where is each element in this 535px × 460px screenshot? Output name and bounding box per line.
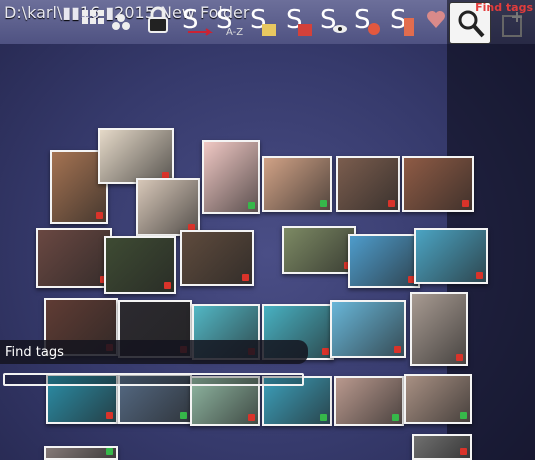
find-tags-label: Find tags [5, 345, 64, 360]
sort-az-icon[interactable]: S A-Z [214, 4, 243, 38]
find-tags-panel: Find tags [0, 340, 308, 364]
green-tag-marker [180, 412, 187, 419]
photo-thumbnail[interactable] [36, 228, 112, 288]
green-tag-marker [106, 448, 113, 455]
svg-text:A-Z: A-Z [226, 27, 243, 36]
lock-icon[interactable] [144, 4, 172, 36]
add-icon[interactable] [501, 8, 527, 38]
photo-thumbnail[interactable] [330, 300, 406, 358]
group-icon[interactable] [108, 4, 136, 36]
photo-thumbnail[interactable] [202, 140, 260, 214]
photo-thumbnail[interactable] [136, 178, 200, 236]
red-tag-marker [248, 414, 255, 421]
red-tag-marker [460, 448, 467, 455]
red-tag-marker [456, 354, 463, 361]
photo-thumbnail[interactable] [180, 230, 254, 286]
green-tag-marker [320, 414, 327, 421]
green-tag-marker [392, 414, 399, 421]
red-tag-marker [164, 282, 171, 289]
photo-thumbnail[interactable] [412, 434, 472, 460]
sort-size-icon[interactable]: S [388, 4, 416, 36]
photo-thumbnail[interactable] [104, 236, 176, 294]
red-tag-marker [106, 412, 113, 419]
sort-color-icon[interactable]: S [284, 4, 312, 36]
grid-view-icon[interactable] [78, 4, 106, 36]
green-tag-marker [320, 200, 327, 207]
svg-text:S: S [182, 5, 199, 35]
photo-thumbnail[interactable] [44, 446, 118, 460]
sort-view-icon[interactable]: S [318, 4, 347, 36]
photo-thumbnail[interactable] [336, 156, 400, 212]
svg-text:S: S [354, 5, 371, 35]
red-tag-marker [322, 348, 329, 355]
sort-date-icon[interactable]: S [248, 4, 276, 36]
sort-arrow-icon[interactable]: S [180, 4, 213, 36]
photo-thumbnail[interactable] [410, 292, 468, 366]
photo-thumbnail[interactable] [262, 156, 332, 212]
photo-thumbnail[interactable] [282, 226, 356, 274]
sort-face-icon[interactable]: S [352, 4, 380, 36]
red-tag-marker [462, 200, 469, 207]
photo-thumbnail[interactable] [404, 374, 472, 424]
red-tag-marker [388, 200, 395, 207]
find-tags-input[interactable] [3, 373, 304, 386]
red-tag-marker [476, 272, 483, 279]
heart-icon[interactable] [425, 8, 447, 30]
photo-thumbnail[interactable] [334, 376, 404, 426]
red-tag-marker [394, 346, 401, 353]
green-tag-marker [248, 202, 255, 209]
photo-thumbnail[interactable] [402, 156, 474, 212]
photo-thumbnail[interactable] [414, 228, 488, 284]
red-tag-marker [242, 274, 249, 281]
green-tag-marker [460, 412, 467, 419]
photo-thumbnail[interactable] [98, 128, 174, 184]
red-tag-marker [96, 212, 103, 219]
photo-thumbnail[interactable] [348, 234, 420, 288]
